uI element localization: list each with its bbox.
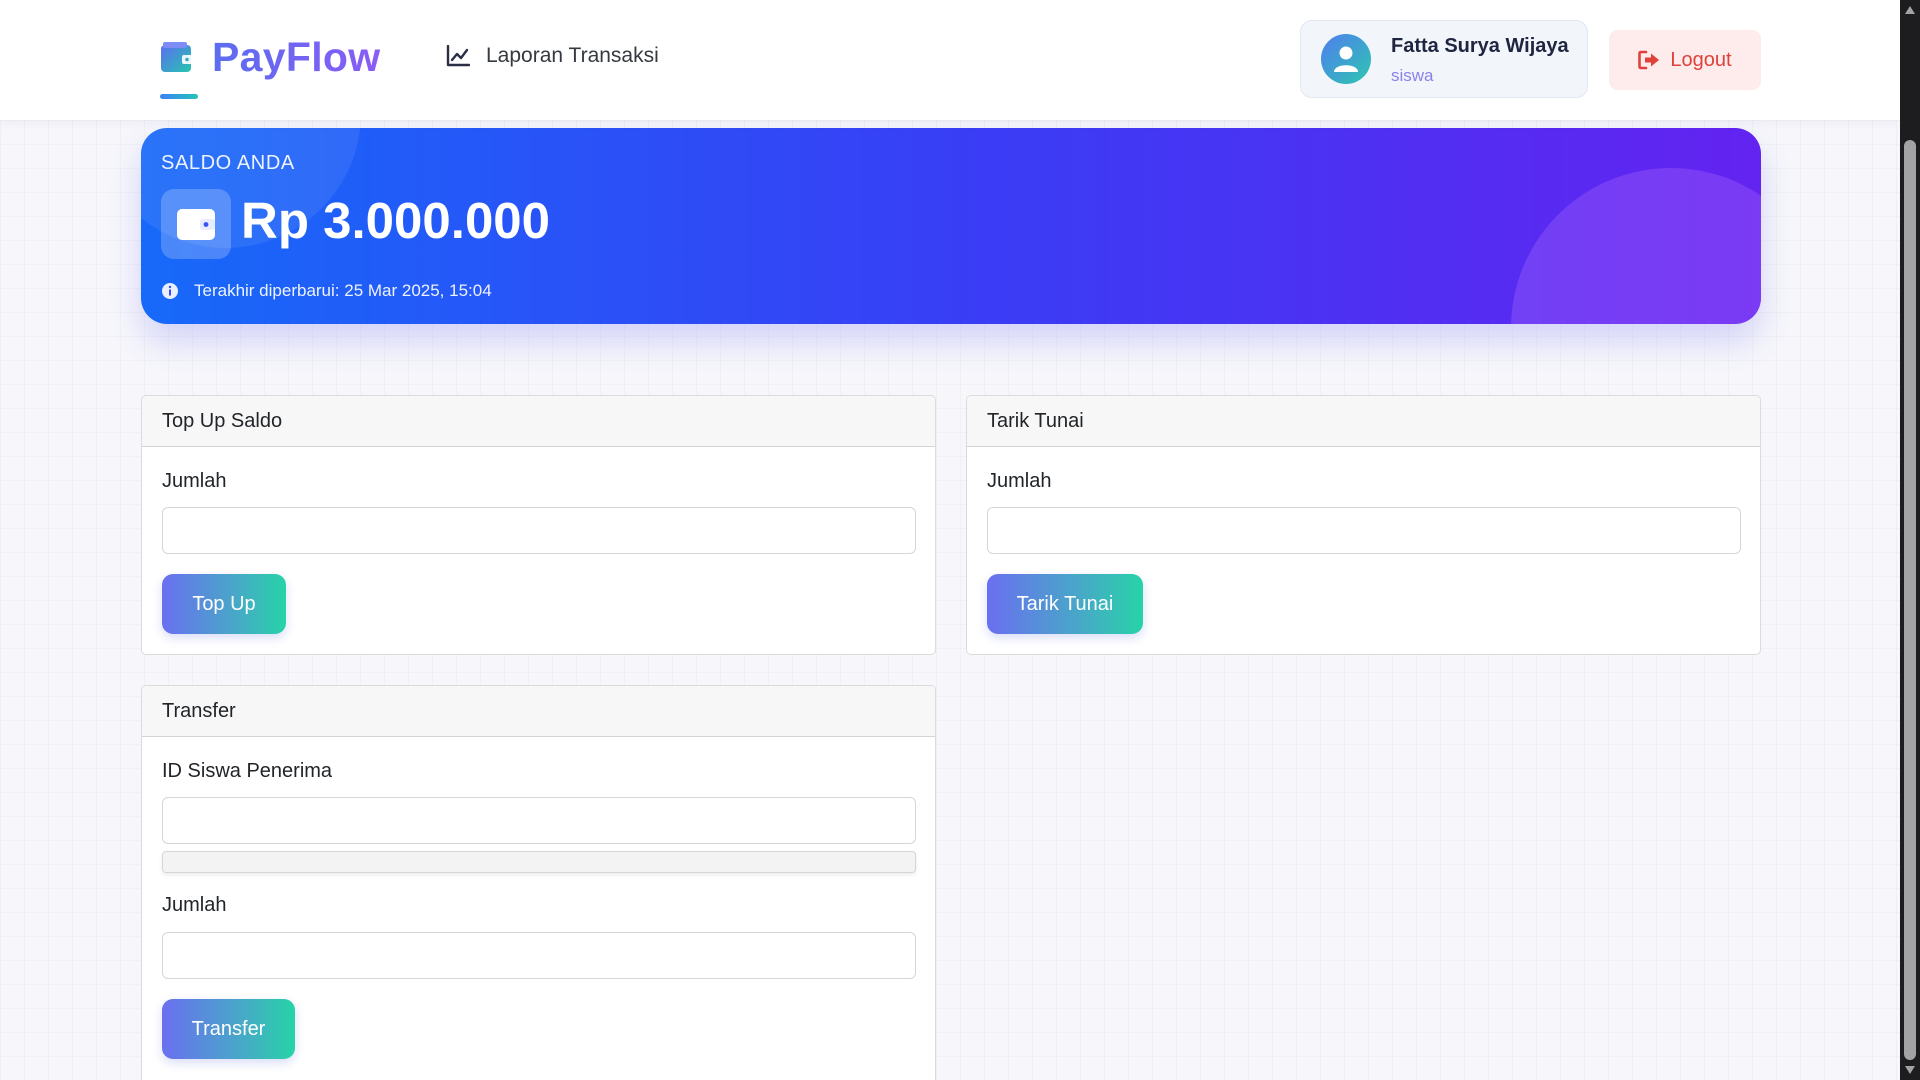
recipient-id-label: ID Siswa Penerima (162, 760, 333, 782)
topup-amount-input[interactable] (162, 507, 916, 554)
brand-name: PayFlow (212, 34, 381, 80)
nav-link-laporan-transaksi[interactable]: Laporan Transaksi (446, 44, 659, 68)
withdraw-card: Tarik Tunai Jumlah Tarik Tunai (966, 395, 1761, 655)
wallet-icon (160, 41, 196, 74)
nav-link-label: Laporan Transaksi (486, 44, 659, 67)
transfer-button[interactable]: Transfer (162, 999, 295, 1059)
scrollbar[interactable] (1900, 0, 1920, 1080)
sign-out-icon (1638, 50, 1660, 70)
scroll-down-arrow-icon[interactable] (1900, 1060, 1920, 1080)
withdraw-amount-label: Jumlah (987, 470, 1052, 492)
topup-button[interactable]: Top Up (162, 574, 286, 634)
chart-line-icon (446, 45, 470, 67)
topup-amount-label: Jumlah (162, 470, 227, 492)
info-circle-icon (162, 283, 178, 299)
transfer-card-title: Transfer (142, 686, 935, 737)
balance-label: SALDO ANDA (161, 152, 295, 174)
brand[interactable]: PayFlow (160, 34, 380, 81)
balance-wallet-badge (161, 189, 231, 259)
navbar: PayFlow Laporan Transaksi Fatta Surya Wi… (0, 0, 1900, 120)
transfer-amount-input[interactable] (162, 932, 916, 979)
decorative-circle (1511, 168, 1761, 324)
scroll-up-arrow-icon[interactable] (1900, 0, 1920, 20)
user-name: Fatta Surya Wijaya (1391, 35, 1569, 57)
scrollbar-thumb[interactable] (1904, 140, 1916, 1060)
wallet-icon (177, 209, 215, 240)
logout-label: Logout (1670, 48, 1732, 71)
balance-card: SALDO ANDA Rp 3.000.000 Terakhir diperba… (141, 128, 1761, 324)
withdraw-amount-input[interactable] (987, 507, 1741, 554)
recipient-id-input[interactable] (162, 797, 916, 844)
transfer-amount-label: Jumlah (162, 894, 227, 916)
transfer-card: Transfer ID Siswa Penerima Jumlah Transf… (141, 685, 936, 1080)
withdraw-button[interactable]: Tarik Tunai (987, 574, 1143, 634)
brand-underline (160, 94, 198, 99)
topup-card-title: Top Up Saldo (142, 396, 935, 447)
user-role: siswa (1391, 66, 1434, 85)
logout-button[interactable]: Logout (1609, 30, 1761, 90)
user-icon (1334, 46, 1358, 72)
avatar (1321, 34, 1371, 84)
page: PayFlow Laporan Transaksi Fatta Surya Wi… (0, 0, 1900, 1080)
topup-card: Top Up Saldo Jumlah Top Up (141, 395, 936, 655)
last-updated-text: Terakhir diperbarui: 25 Mar 2025, 15:04 (194, 281, 492, 300)
recipient-suggestion-box (162, 851, 916, 873)
balance-amount: Rp 3.000.000 (241, 192, 551, 249)
user-profile-card[interactable]: Fatta Surya Wijaya siswa (1300, 20, 1588, 98)
withdraw-card-title: Tarik Tunai (967, 396, 1760, 447)
last-updated: Terakhir diperbarui: 25 Mar 2025, 15:04 (161, 281, 492, 301)
